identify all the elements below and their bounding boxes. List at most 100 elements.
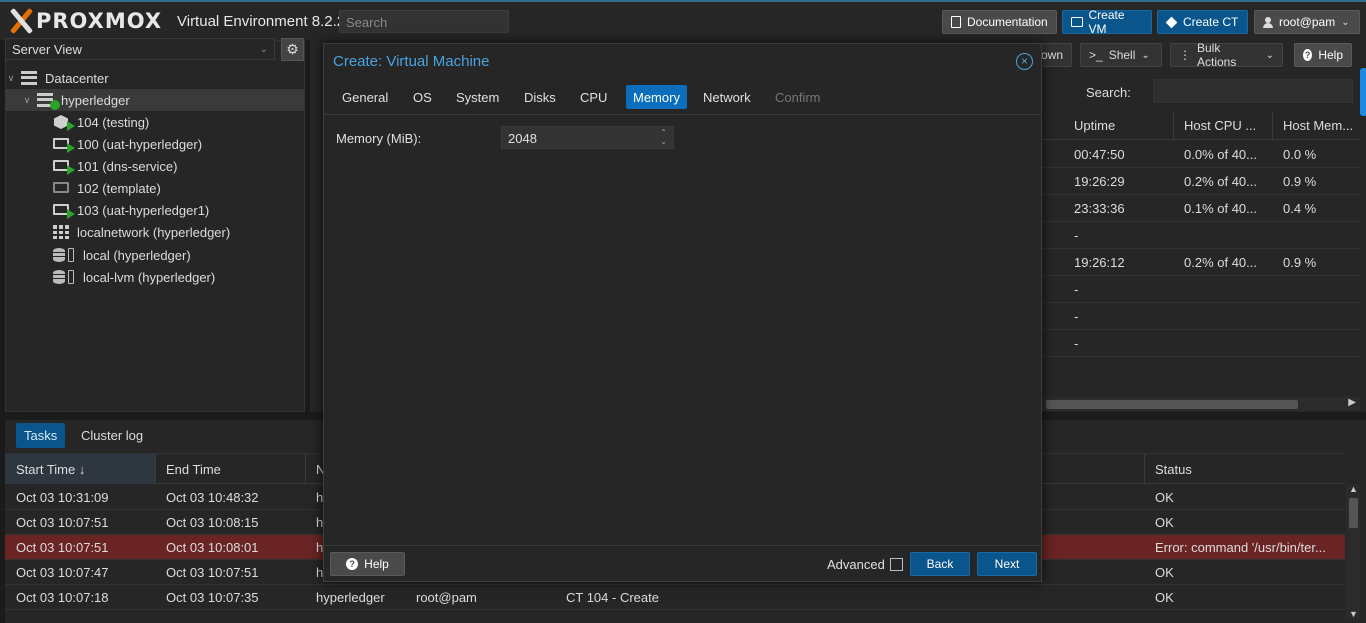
bulk-actions-button[interactable]: ⋮ Bulk Actions ⌄ <box>1170 41 1283 69</box>
table-row[interactable]: 23:33:36 0.1% of 40... 0.4 % <box>1042 195 1360 222</box>
column-host-mem[interactable]: Host Mem... <box>1283 118 1353 133</box>
tree-item-vm-100[interactable]: 100 (uat-hyperledger) <box>5 133 304 155</box>
table-row[interactable]: - <box>1042 222 1360 249</box>
tree-item-storage-local-lvm[interactable]: local-lvm (hyperledger) <box>5 266 304 288</box>
arrow-up-icon[interactable]: ▲ <box>1349 484 1358 494</box>
tab-cluster-log[interactable]: Cluster log <box>73 423 151 448</box>
cell-description: CT 104 - Create <box>566 590 659 605</box>
node-online-icon <box>37 93 60 110</box>
help-button[interactable]: ? Help <box>1294 43 1352 67</box>
cell-end: Oct 03 10:07:35 <box>166 590 259 605</box>
cell-end: Oct 03 10:08:01 <box>166 540 259 555</box>
cell-status: OK <box>1155 515 1174 530</box>
table-row[interactable]: - <box>1042 276 1360 303</box>
shutdown-label: own <box>1041 48 1064 62</box>
cell-user: root@pam <box>416 590 477 605</box>
scrollbar-thumb[interactable] <box>1046 400 1298 409</box>
shell-button[interactable]: >_ Shell ⌄ <box>1080 43 1162 67</box>
column-end-time[interactable]: End Time <box>166 462 221 477</box>
create-vm-button[interactable]: Create VM <box>1062 8 1152 36</box>
cell-uptime: 19:26:29 <box>1074 174 1125 189</box>
column-start-time-label: Start Time <box>16 462 76 477</box>
cell-end: Oct 03 10:07:51 <box>166 565 259 580</box>
documentation-button[interactable]: Documentation <box>942 10 1057 34</box>
memory-panel: Memory (MiB): 2048 ⌃ ⌄ <box>325 115 1040 546</box>
arrow-right-icon[interactable]: ▶ <box>1348 397 1356 408</box>
cell-start: Oct 03 10:07:51 <box>16 515 109 530</box>
tab-confirm[interactable]: Confirm <box>768 85 828 109</box>
table-row[interactable]: - <box>1042 330 1360 357</box>
container-running-icon <box>53 115 75 131</box>
dialog-help-label: Help <box>364 557 389 571</box>
cell-start: Oct 03 10:07:18 <box>16 590 109 605</box>
cell-status: Error: command '/usr/bin/ter... <box>1155 540 1326 555</box>
cell-status: OK <box>1155 590 1174 605</box>
column-uptime[interactable]: Uptime <box>1074 118 1115 133</box>
cell-host-cpu: 0.2% of 40... <box>1184 255 1257 270</box>
collapse-icon[interactable]: ∨ <box>21 95 33 106</box>
tree-item-ct-104[interactable]: 104 (testing) <box>5 111 304 133</box>
search-label: Search: <box>1086 85 1131 100</box>
user-menu-button[interactable]: root@pam ⌄ <box>1254 10 1360 34</box>
table-row[interactable]: Oct 03 10:07:18 Oct 03 10:07:35 hyperled… <box>5 585 1345 610</box>
create-ct-button[interactable]: Create CT <box>1157 10 1248 34</box>
vertical-scrollbar[interactable]: ▲ ▼ <box>1346 484 1360 619</box>
tab-memory[interactable]: Memory <box>626 85 687 109</box>
column-host-cpu[interactable]: Host CPU ... <box>1184 118 1256 133</box>
tree-item-vm-103[interactable]: 103 (uat-hyperledger1) <box>5 199 304 221</box>
global-search-input[interactable]: Search <box>339 10 509 33</box>
tree-item-vm-101[interactable]: 101 (dns-service) <box>5 155 304 177</box>
spinner-icon[interactable]: ⌃ ⌄ <box>660 128 667 146</box>
tab-network[interactable]: Network <box>696 85 758 109</box>
collapse-icon[interactable]: ∨ <box>5 73 17 84</box>
user-label: root@pam <box>1279 15 1336 29</box>
table-row[interactable]: 19:26:12 0.2% of 40... 0.9 % <box>1042 249 1360 276</box>
table-row[interactable]: - <box>1042 303 1360 330</box>
memory-label: Memory (MiB): <box>336 131 422 146</box>
gear-icon[interactable]: ⚙ <box>281 38 304 61</box>
cell-status: OK <box>1155 490 1174 505</box>
network-grid-icon <box>53 225 71 239</box>
column-start-time[interactable]: Start Time ↓ <box>5 454 155 484</box>
horizontal-scrollbar[interactable]: ▶ <box>1042 397 1360 411</box>
tab-general[interactable]: General <box>335 85 395 109</box>
advanced-checkbox[interactable] <box>890 558 903 571</box>
tree-item-localnetwork[interactable]: localnetwork (hyperledger) <box>5 221 304 243</box>
close-icon[interactable]: × <box>1016 53 1033 70</box>
chevron-down-icon: ⌄ <box>1141 49 1150 61</box>
tab-system[interactable]: System <box>449 85 506 109</box>
tree-item-template-102[interactable]: 102 (template) <box>5 177 304 199</box>
back-button[interactable]: Back <box>910 552 970 576</box>
scrollbar-thumb[interactable] <box>1349 498 1358 528</box>
guest-search-input[interactable] <box>1153 79 1353 103</box>
dialog-help-button[interactable]: ? Help <box>330 552 405 576</box>
advanced-label: Advanced <box>827 557 885 572</box>
tree-item-storage-local[interactable]: local (hyperledger) <box>5 244 304 266</box>
cell-start: Oct 03 10:31:09 <box>16 490 109 505</box>
storage-icon <box>53 270 77 284</box>
tab-disks[interactable]: Disks <box>517 85 563 109</box>
column-status[interactable]: Status <box>1155 462 1192 477</box>
template-icon <box>53 181 71 195</box>
memory-input[interactable]: 2048 ⌃ ⌄ <box>501 126 674 149</box>
tree-item-datacenter[interactable]: ∨ Datacenter <box>5 67 304 89</box>
cell-uptime: - <box>1074 336 1079 351</box>
cell-uptime: - <box>1074 309 1079 324</box>
tab-cpu[interactable]: CPU <box>573 85 614 109</box>
table-row[interactable]: 19:26:29 0.2% of 40... 0.9 % <box>1042 168 1360 195</box>
view-selector[interactable]: Server View ⌄ <box>5 38 275 60</box>
arrow-down-icon[interactable]: ▼ <box>1349 609 1358 619</box>
next-button[interactable]: Next <box>977 552 1037 576</box>
cell-uptime: - <box>1074 228 1079 243</box>
cell-uptime: 23:33:36 <box>1074 201 1125 216</box>
chevron-down-icon: ⌄ <box>1265 49 1274 61</box>
tree-item-label: local-lvm (hyperledger) <box>83 269 216 285</box>
table-row[interactable]: 00:47:50 0.0% of 40... 0.0 % <box>1042 141 1360 168</box>
side-panel-toggle[interactable] <box>1360 68 1366 116</box>
tab-os[interactable]: OS <box>406 85 439 109</box>
cell-host-mem: 0.9 % <box>1283 174 1317 189</box>
tab-tasks[interactable]: Tasks <box>16 423 66 448</box>
help-icon: ? <box>1303 49 1313 61</box>
terminal-icon: >_ <box>1089 48 1103 62</box>
tree-item-node-hyperledger[interactable]: ∨ hyperledger <box>5 89 304 111</box>
